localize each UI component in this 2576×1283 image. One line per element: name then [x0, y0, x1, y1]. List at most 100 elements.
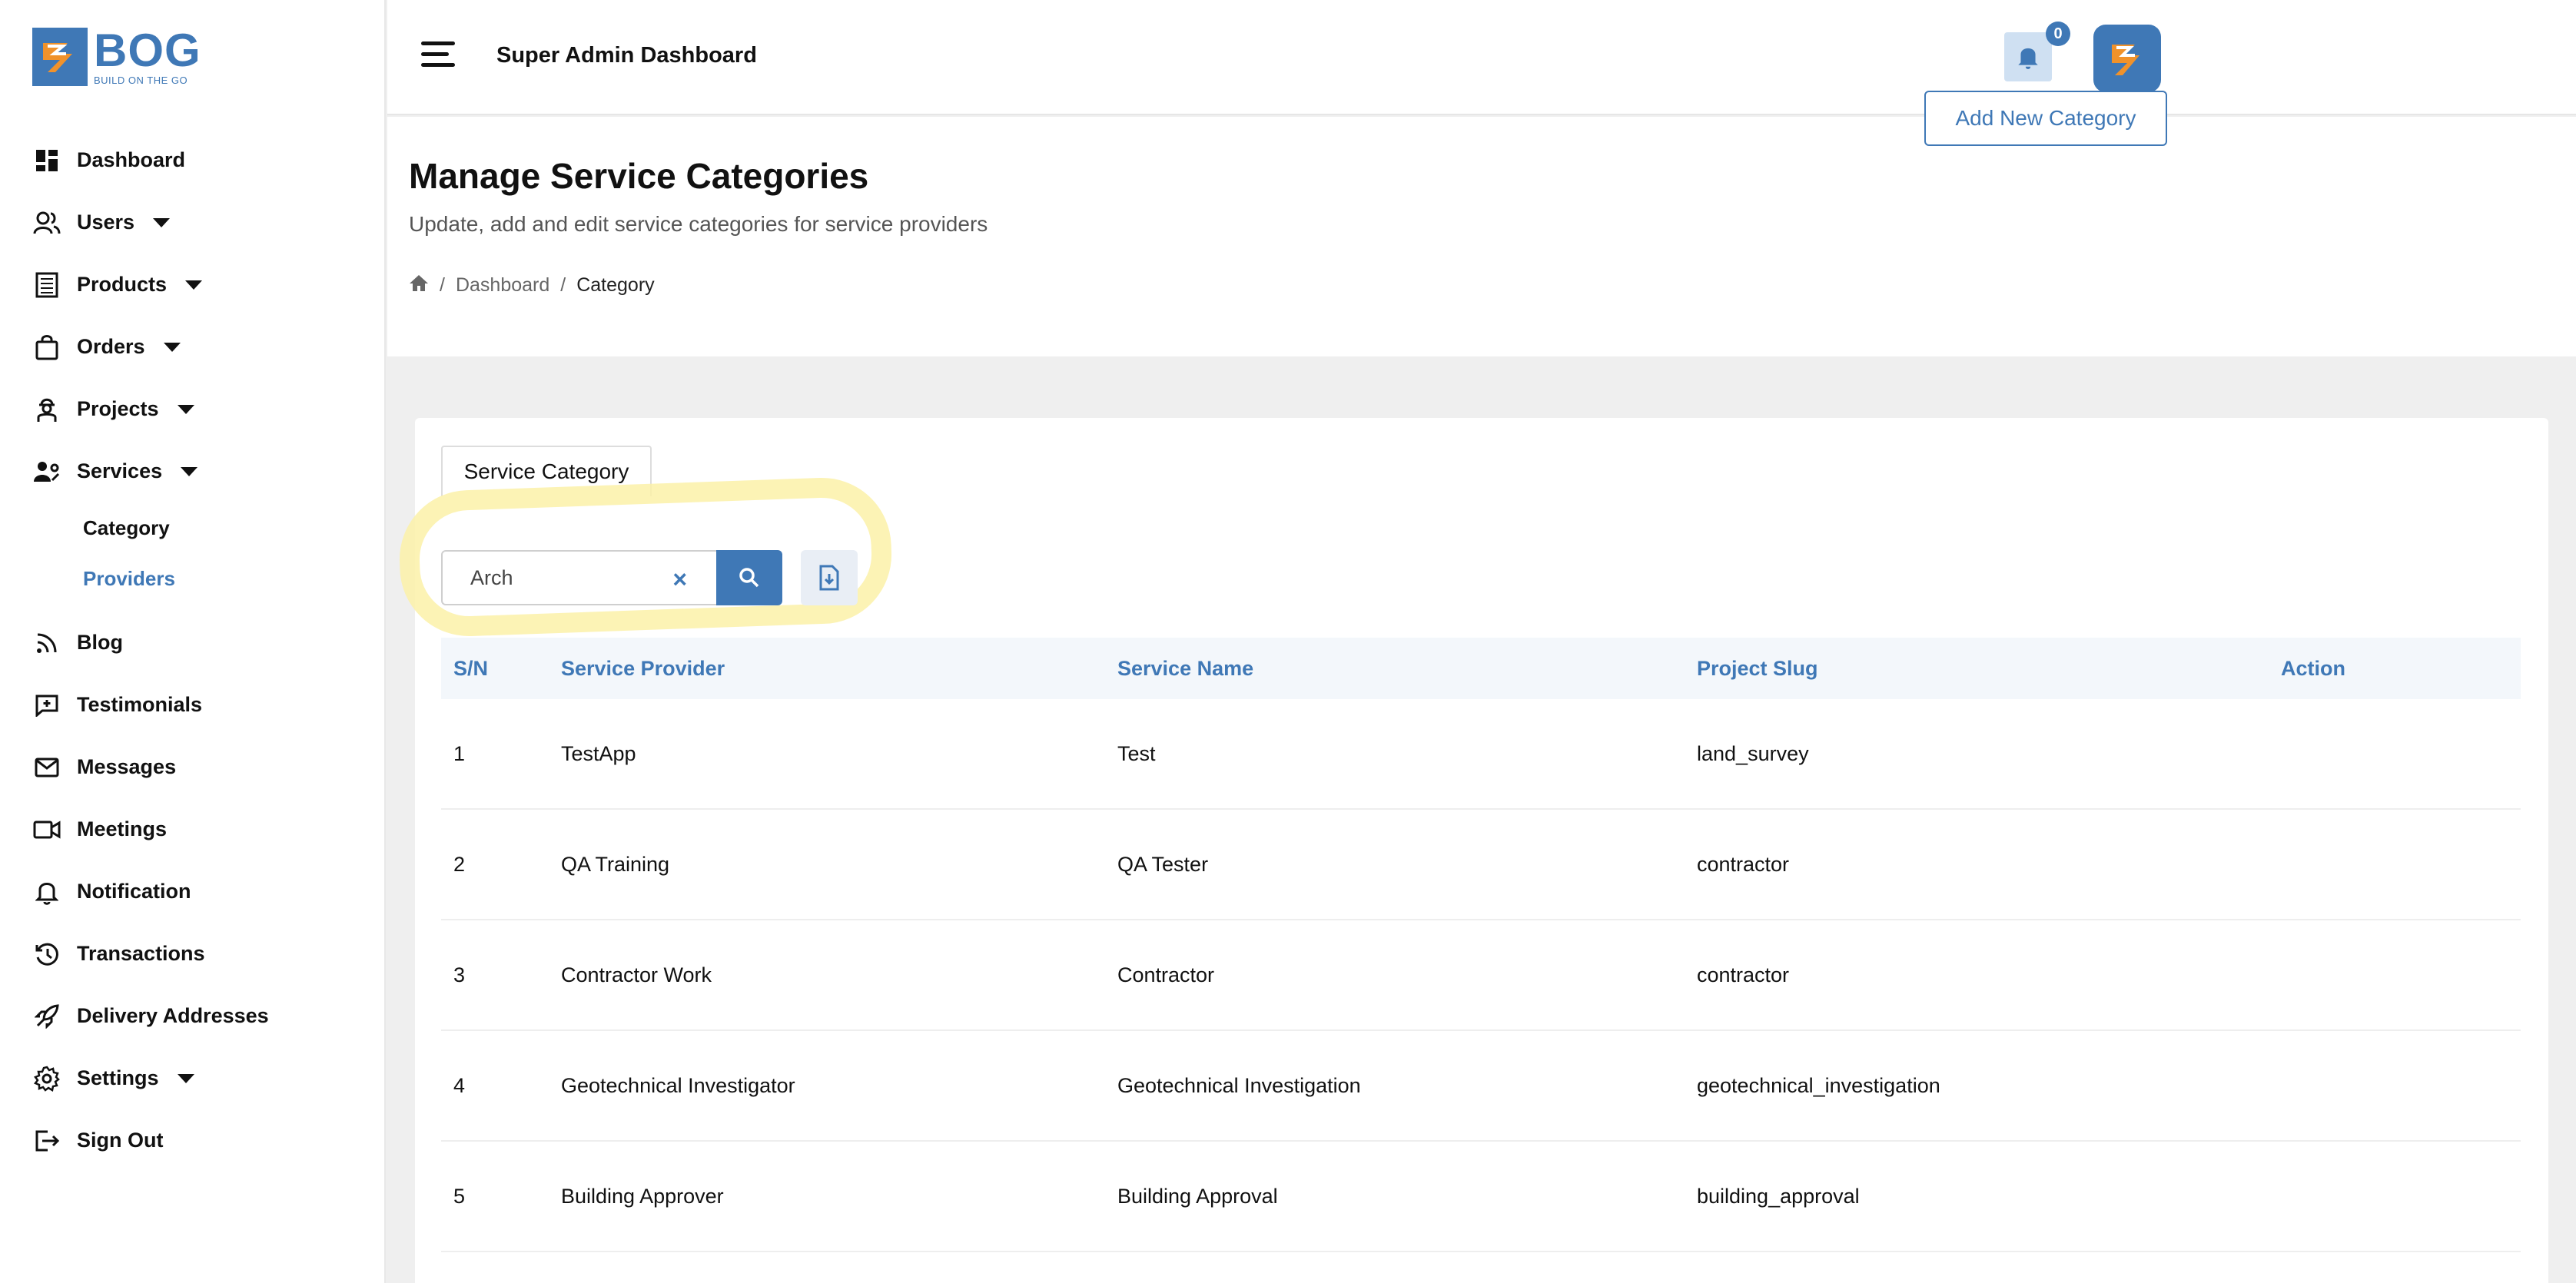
worker-icon [32, 395, 61, 424]
logo-tagline: BUILD ON THE GO [94, 74, 188, 86]
cell-project-slug: contractor [1697, 852, 1790, 876]
avatar[interactable] [2093, 25, 2161, 92]
hamburger-menu-icon[interactable] [421, 41, 455, 69]
search-box: × [441, 550, 718, 605]
users-icon [32, 208, 61, 237]
cell-service-name: Contractor [1117, 963, 1215, 986]
breadcrumb-separator: / [440, 274, 445, 296]
bell-icon [32, 877, 61, 907]
breadcrumb-dashboard[interactable]: Dashboard [456, 274, 549, 297]
cell-project-slug: contractor [1697, 963, 1790, 986]
search-icon [739, 568, 759, 588]
sidebar-item-dashboard[interactable]: Dashboard [32, 129, 370, 191]
cell-sn: 4 [453, 1073, 466, 1097]
sidebar-item-label: Projects [77, 397, 159, 420]
chevron-down-icon[interactable] [177, 404, 194, 414]
table-row: 2 QA Training QA Tester contractor [441, 810, 2521, 920]
sidebar-item-label: Notification [77, 880, 191, 903]
cell-service-provider: TestApp [561, 741, 636, 765]
file-download-icon [819, 565, 839, 591]
sidebar-item-label: Sign Out [77, 1129, 164, 1152]
logo-title: BOG [94, 24, 201, 76]
export-button[interactable] [801, 550, 858, 605]
sidebar-item-products[interactable]: Products [32, 254, 370, 316]
sidebar-item-label: Testimonials [77, 693, 203, 716]
sidebar-item-label: Products [77, 273, 168, 296]
sidebar-item-services[interactable]: Services [32, 440, 370, 502]
page-title: Manage Service Categories [409, 156, 869, 196]
sidebar-item-label: Users [77, 211, 135, 234]
bog-logo[interactable]: BOG BUILD ON THE GO [32, 24, 201, 86]
sidebar-item-notification[interactable]: Notification [32, 860, 370, 923]
breadcrumb-category: Category [576, 274, 655, 296]
cell-project-slug: building_approval [1697, 1184, 1860, 1208]
cell-service-name: Building Approval [1117, 1184, 1278, 1208]
sidebar-nav: Dashboard Users Products Orders Projects… [32, 129, 370, 1172]
service-table: S/N Service Provider Service Name Projec… [441, 638, 2521, 1252]
chevron-down-icon[interactable] [177, 1073, 194, 1083]
breadcrumb-separator: / [560, 274, 566, 296]
cell-service-name: Geotechnical Investigation [1117, 1073, 1361, 1097]
sidebar-item-label: Orders [77, 335, 145, 358]
notification-count-badge: 0 [2046, 22, 2070, 46]
bog-logo-mark [32, 28, 88, 86]
sidebar-item-messages[interactable]: Messages [32, 736, 370, 798]
sidebar-item-sign-out[interactable]: Sign Out [32, 1109, 370, 1172]
sidebar-item-label: Meetings [77, 817, 168, 840]
sidebar-item-label: Messages [77, 755, 177, 778]
sidebar-subitem-category[interactable]: Category [32, 502, 370, 553]
table-row: 1 TestApp Test land_survey [441, 699, 2521, 810]
top-header: Super Admin Dashboard [387, 0, 2576, 115]
column-header-project-slug: Project Slug [1697, 656, 1818, 680]
sidebar-item-meetings[interactable]: Meetings [32, 798, 370, 860]
rocket-icon [32, 1002, 61, 1031]
sidebar-item-orders[interactable]: Orders [32, 316, 370, 378]
sidebar-item-users[interactable]: Users [32, 191, 370, 254]
table-header: S/N Service Provider Service Name Projec… [441, 638, 2521, 699]
cell-project-slug: geotechnical_investigation [1697, 1073, 1940, 1097]
dashboard-icon [32, 146, 61, 175]
cell-service-provider: QA Training [561, 852, 670, 876]
bell-icon [2018, 48, 2038, 69]
page-header: Manage Service Categories Update, add an… [387, 117, 2576, 356]
close-icon[interactable]: × [672, 565, 687, 594]
table-row: 5 Building Approver Building Approval bu… [441, 1142, 2521, 1252]
sidebar-item-testimonials[interactable]: Testimonials [32, 674, 370, 736]
table-row: 4 Geotechnical Investigator Geotechnical… [441, 1031, 2521, 1142]
page-subtitle: Update, add and edit service categories … [409, 212, 988, 236]
mail-icon [32, 753, 61, 782]
notification-button[interactable] [2004, 32, 2052, 81]
chevron-down-icon[interactable] [181, 466, 198, 476]
table-row: 3 Contractor Work Contractor contractor [441, 920, 2521, 1031]
cell-sn: 1 [453, 741, 466, 765]
sidebar-item-blog[interactable]: Blog [32, 612, 370, 674]
chevron-down-icon[interactable] [185, 280, 203, 290]
search-input[interactable] [470, 565, 655, 590]
header-title: Super Admin Dashboard [496, 43, 757, 68]
sidebar-item-settings[interactable]: Settings [32, 1047, 370, 1109]
sign-out-icon [32, 1126, 61, 1155]
products-icon [32, 270, 61, 300]
sidebar-item-projects[interactable]: Projects [32, 378, 370, 440]
sidebar-item-transactions[interactable]: Transactions [32, 923, 370, 985]
breadcrumb: / Dashboard / Category [409, 274, 655, 297]
services-icon [32, 457, 61, 486]
home-icon[interactable] [409, 274, 429, 297]
cell-service-name: Test [1117, 741, 1156, 765]
chevron-down-icon[interactable] [163, 342, 181, 352]
column-header-service-provider: Service Provider [561, 656, 725, 680]
column-header-service-name: Service Name [1117, 656, 1254, 680]
chevron-down-icon[interactable] [153, 217, 171, 227]
cell-sn: 2 [453, 852, 466, 876]
sidebar-subitem-providers[interactable]: Providers [32, 553, 370, 604]
gear-icon [32, 1064, 61, 1093]
shopping-bag-icon [32, 333, 61, 362]
history-icon [32, 940, 61, 969]
rss-icon [32, 628, 61, 658]
search-button[interactable] [716, 550, 782, 605]
sidebar-item-label: Transactions [77, 942, 205, 965]
sidebar-item-label: Settings [77, 1066, 159, 1089]
add-new-category-button[interactable]: Add New Category [1924, 91, 2167, 146]
sidebar-item-delivery-addresses[interactable]: Delivery Addresses [32, 985, 370, 1047]
sidebar-item-label: Services [77, 459, 163, 482]
